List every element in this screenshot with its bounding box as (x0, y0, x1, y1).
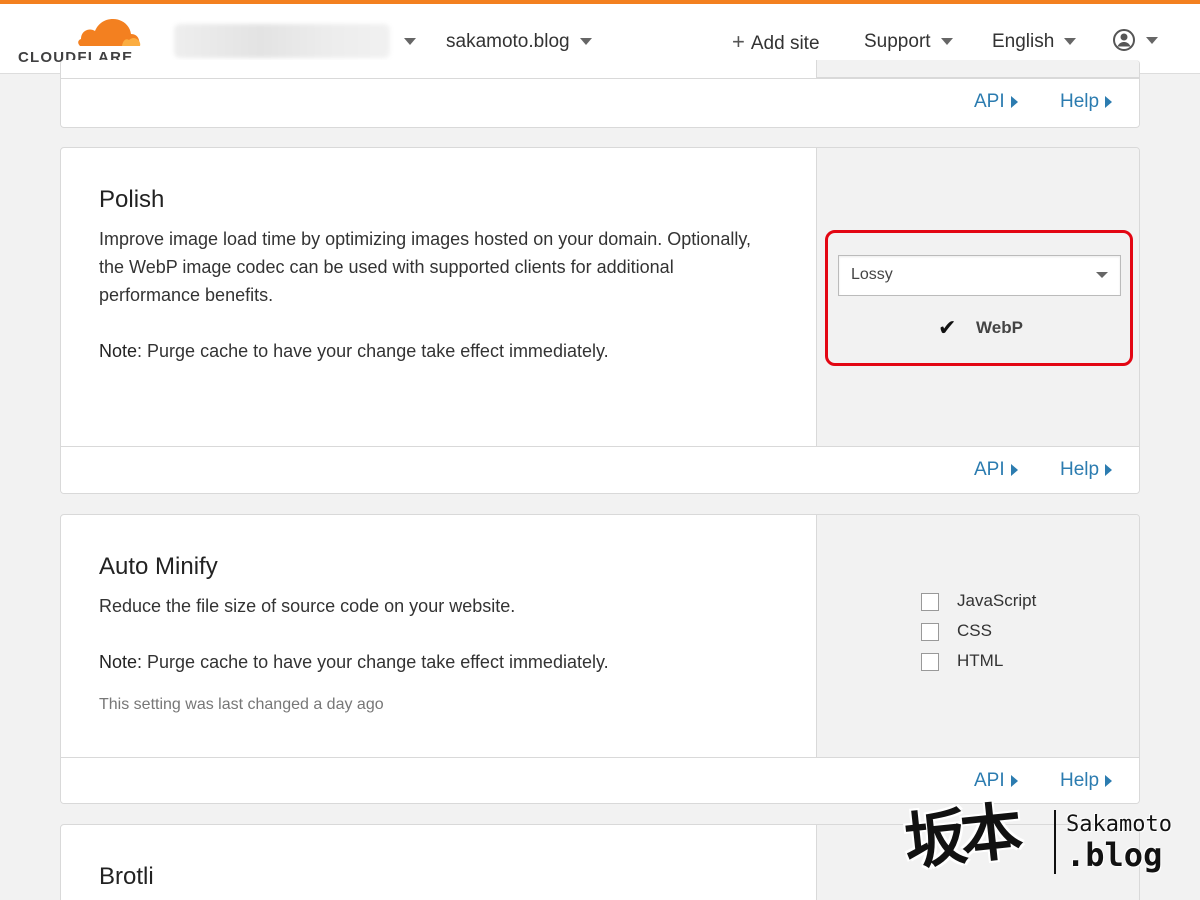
polish-note: Note: Purge cache to have your change ta… (99, 337, 779, 365)
api-link-label: API (974, 91, 1005, 112)
polish-description: Improve image load time by optimizing im… (99, 229, 751, 305)
watermark-divider (1054, 810, 1056, 874)
webp-checkbox[interactable]: ✔ (938, 317, 956, 339)
watermark-kanji: 坂本 (901, 794, 1021, 879)
arrow-right-icon (1010, 463, 1018, 476)
note-label: Note (99, 341, 138, 361)
arrow-right-icon (1105, 463, 1113, 476)
polish-mode-select[interactable]: Lossy (838, 255, 1121, 296)
highlight-box (825, 230, 1133, 366)
auto-minify-description: Reduce the file size of source code on y… (99, 596, 516, 616)
support-menu[interactable]: Support (864, 30, 953, 54)
arrow-right-icon (1105, 95, 1113, 108)
help-link[interactable]: Help (1060, 459, 1113, 481)
polish-mode-value: Lossy (851, 266, 893, 283)
cloudflare-logo[interactable]: CLOUDFLARE (18, 16, 142, 66)
support-label: Support (864, 31, 931, 52)
html-checkbox[interactable] (921, 653, 939, 671)
site-selector[interactable]: sakamoto.blog (446, 30, 592, 54)
watermark-tld: .blog (1066, 836, 1163, 874)
add-site-button[interactable]: + Add site (732, 30, 820, 56)
chevron-down-icon (1096, 272, 1108, 278)
css-label: CSS (957, 621, 992, 640)
card-footer: API Help (61, 446, 1139, 493)
previous-setting-card: API Help (60, 60, 1140, 128)
cloud-icon (78, 19, 141, 46)
chevron-down-icon (1064, 38, 1077, 46)
chevron-down-icon (1146, 36, 1158, 44)
add-site-label: Add site (750, 33, 820, 54)
api-link[interactable]: API (974, 91, 1018, 113)
api-link-label: API (974, 459, 1005, 480)
last-changed-text: This setting was last changed a day ago (99, 696, 384, 713)
css-checkbox[interactable] (921, 623, 939, 641)
chevron-down-icon (579, 38, 592, 46)
note-text: : Purge cache to have your change take e… (137, 341, 609, 361)
javascript-checkbox[interactable] (921, 593, 939, 611)
auto-minify-title: Auto Minify (99, 553, 218, 580)
user-avatar-icon (1113, 29, 1135, 51)
account-dropdown-caret-icon[interactable] (404, 38, 416, 45)
arrow-right-icon (1010, 95, 1018, 108)
help-link-label: Help (1060, 459, 1100, 480)
watermark-name: Sakamoto (1066, 812, 1172, 837)
webp-label: WebP (976, 318, 1023, 337)
note-text: Purge cache to have your change take eff… (142, 652, 609, 672)
note-label: Note: (99, 652, 143, 672)
polish-title: Polish (99, 186, 165, 213)
api-link[interactable]: API (974, 459, 1018, 481)
language-menu[interactable]: English (992, 30, 1077, 54)
site-name: sakamoto.blog (446, 31, 570, 52)
account-selector[interactable] (174, 24, 390, 58)
card-side-panel (816, 60, 1139, 78)
help-link-label: Help (1060, 91, 1100, 112)
language-label: English (992, 31, 1055, 52)
help-link[interactable]: Help (1060, 91, 1113, 113)
user-menu[interactable] (1112, 28, 1158, 52)
auto-minify-note: Note: Purge cache to have your change ta… (99, 648, 779, 676)
card-footer: API Help (61, 78, 1139, 126)
javascript-label: JavaScript (957, 591, 1037, 610)
brotli-title: Brotli (99, 863, 154, 890)
plus-icon: + (732, 29, 745, 54)
html-label: HTML (957, 651, 1004, 670)
chevron-down-icon (940, 38, 953, 46)
sakamoto-blog-watermark: 坂本 Sakamoto .blog (901, 786, 1200, 896)
